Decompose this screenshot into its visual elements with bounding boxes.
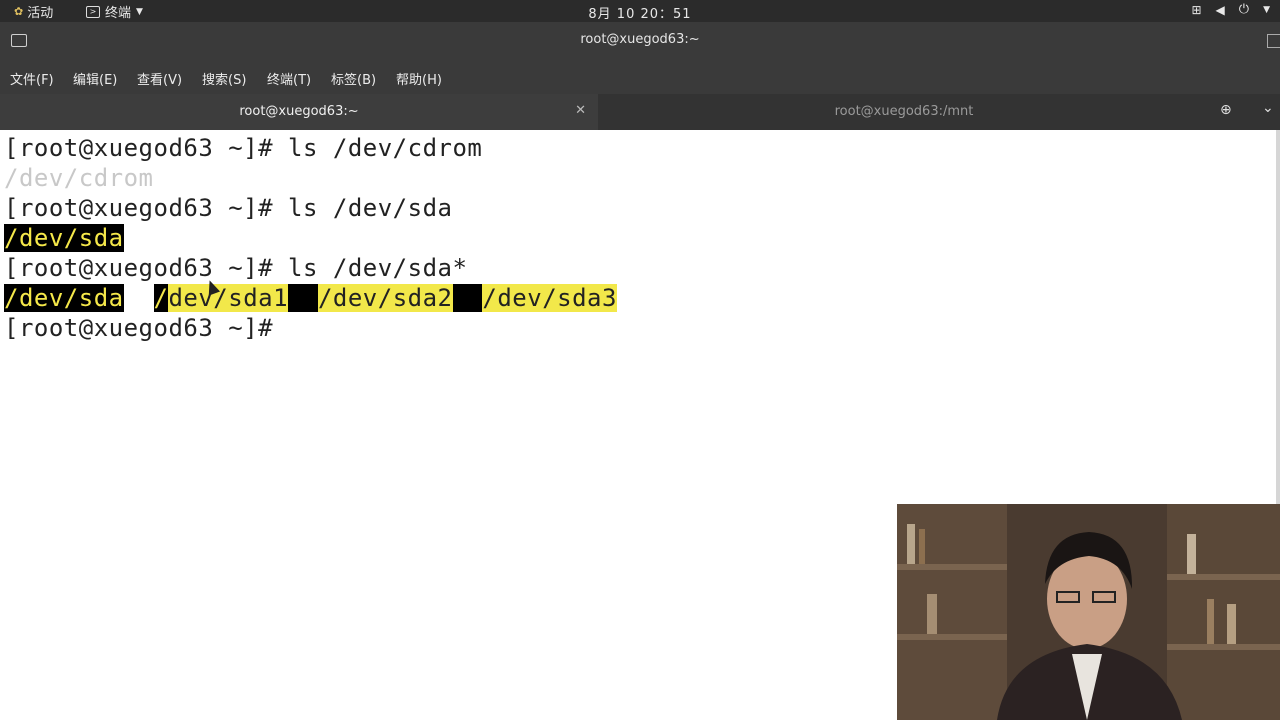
highlighted-output: dev/sda1	[168, 284, 289, 312]
menu-tabs[interactable]: 标签(B)	[331, 69, 376, 88]
tab-bar: root@xuegod63:~ ✕ root@xuegod63:/mnt ⊕ ⌄	[0, 94, 1280, 132]
menu-bar: 文件(F) 编辑(E) 查看(V) 搜索(S) 终端(T) 标签(B) 帮助(H…	[0, 60, 1280, 94]
terminal-line: /dev/cdrom	[4, 164, 154, 192]
chevron-down-icon[interactable]: ⌄	[1262, 100, 1274, 116]
window-title: root@xuegod63:~	[580, 32, 700, 47]
menu-view[interactable]: 查看(V)	[137, 69, 182, 88]
terminal-line: /dev/sda /dev/sda1 /dev/sda2 /dev/sda3	[4, 283, 617, 313]
terminal-prompt: [root@xuegod63 ~]#	[4, 314, 274, 342]
menu-edit[interactable]: 编辑(E)	[73, 69, 117, 88]
power-icon[interactable]: ⏻	[1239, 2, 1249, 17]
terminal-line: [root@xuegod63 ~]# ls /dev/sda	[4, 194, 453, 222]
tab-label: root@xuegod63:~	[239, 104, 359, 119]
menu-terminal[interactable]: 终端(T)	[267, 69, 311, 88]
network-icon[interactable]: ⊞	[1191, 3, 1201, 17]
menu-search[interactable]: 搜索(S)	[202, 69, 246, 88]
highlighted-output: /dev/sda	[4, 224, 124, 252]
webcam-overlay	[897, 504, 1280, 720]
presenter-video-frame	[897, 504, 1280, 720]
highlighted-output: /dev/sda	[4, 284, 124, 312]
system-top-bar: ✿ 活动 > 终端 ▼ 8月 10 20：51 ⊞ ◀ ⏻ ▼	[0, 0, 1280, 22]
highlighted-output: /dev/sda3	[482, 284, 617, 312]
window-control-icon[interactable]	[1267, 34, 1280, 48]
tab-root-home[interactable]: root@xuegod63:~ ✕	[0, 94, 598, 132]
system-tray[interactable]: ⊞ ◀ ⏻ ▼	[1191, 2, 1270, 17]
close-icon[interactable]: ✕	[575, 103, 586, 118]
window-title-bar[interactable]: root@xuegod63:~	[0, 22, 1280, 60]
menu-file[interactable]: 文件(F)	[10, 69, 54, 88]
highlighted-output: /dev/sda2	[317, 284, 453, 312]
tab-label: root@xuegod63:/mnt	[834, 104, 974, 119]
menu-help[interactable]: 帮助(H)	[396, 69, 442, 88]
new-tab-icon[interactable]: ⊕	[1220, 102, 1232, 118]
tab-root-mnt[interactable]: root@xuegod63:/mnt	[598, 94, 1210, 130]
volume-icon[interactable]: ◀	[1216, 3, 1225, 17]
terminal-line: /dev/sda	[4, 223, 124, 253]
chevron-down-icon[interactable]: ▼	[1263, 5, 1270, 15]
terminal-line: [root@xuegod63 ~]# ls /dev/cdrom	[4, 134, 483, 162]
terminal-line: [root@xuegod63 ~]# ls /dev/sda*	[4, 254, 468, 282]
clock[interactable]: 8月 10 20：51	[0, 3, 1280, 22]
highlighted-output: /	[153, 284, 169, 312]
